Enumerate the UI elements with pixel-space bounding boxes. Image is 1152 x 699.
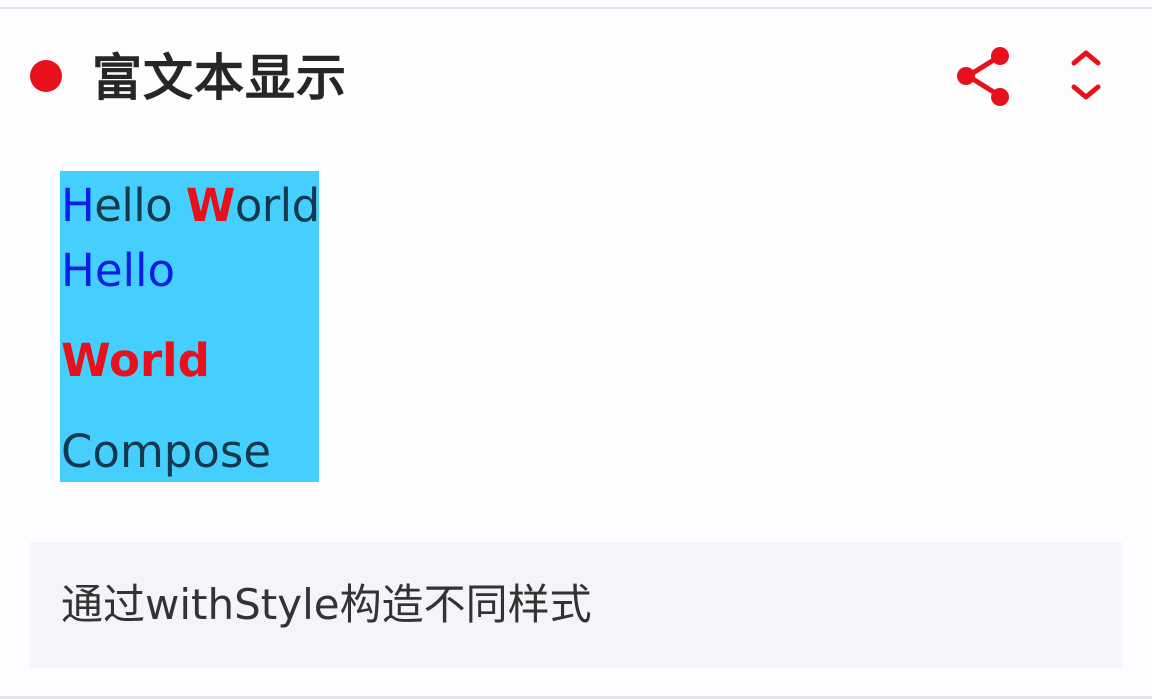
description-text: 通过withStyle构造不同样式 bbox=[61, 580, 592, 629]
rich-text-line-hello-world: Hello World bbox=[61, 180, 320, 232]
rich-text-line-hello: Hello bbox=[61, 244, 176, 297]
red-dot-icon bbox=[30, 60, 62, 92]
hello-h: H bbox=[61, 179, 95, 232]
top-divider bbox=[0, 0, 1152, 9]
hello-rest: ello bbox=[94, 179, 186, 232]
section-header: 富文本显示 bbox=[0, 30, 1152, 126]
rich-text-line-compose: Compose bbox=[61, 425, 272, 478]
world-rest: orld bbox=[234, 179, 320, 232]
description-card: 通过withStyle构造不同样式 bbox=[30, 542, 1122, 668]
rich-text-line-world: World bbox=[61, 334, 210, 387]
section-title: 富文本显示 bbox=[92, 49, 347, 107]
world-w: W bbox=[185, 179, 236, 232]
share-button[interactable] bbox=[950, 43, 1018, 111]
expand-collapse-button[interactable] bbox=[1058, 43, 1114, 111]
rich-text-demo: Hello World Hello World Compose bbox=[60, 171, 320, 482]
share-icon bbox=[957, 47, 1009, 106]
expand-collapse-icon bbox=[1071, 50, 1101, 100]
